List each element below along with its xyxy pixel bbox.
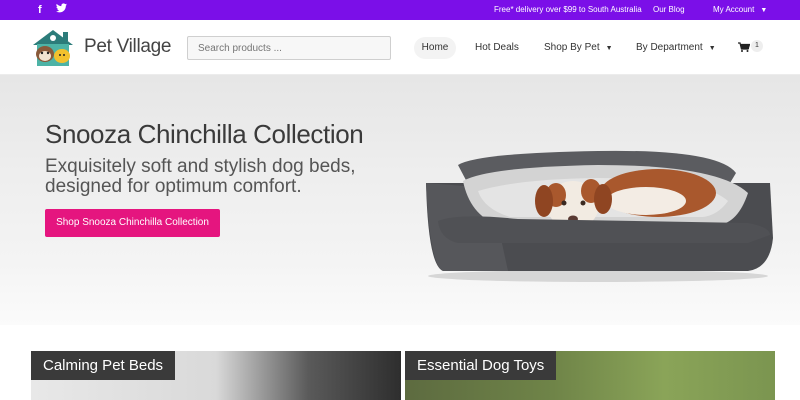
delivery-promo-text: Free* delivery over $99 to South Austral… <box>494 5 642 14</box>
hero-banner: Snooza Chinchilla Collection Exquisitely… <box>0 75 800 325</box>
top-bar: f Free* delivery over $99 to South Austr… <box>0 0 800 20</box>
category-tile-label: Calming Pet Beds <box>31 351 176 380</box>
brand-name[interactable]: Pet Village <box>84 36 172 58</box>
cart-icon[interactable] <box>738 42 750 52</box>
site-header: Pet Village Home Hot Deals Shop By Pet▼ … <box>0 20 800 75</box>
nav-by-department-label: By Department <box>636 42 703 53</box>
nav-home[interactable]: Home <box>414 37 456 59</box>
category-tile-calming-pet-beds[interactable]: Calming Pet Beds <box>31 351 401 400</box>
dog-bed-image[interactable] <box>418 143 778 283</box>
facebook-icon[interactable]: f <box>38 0 42 20</box>
our-blog-link[interactable]: Our Blog <box>653 0 685 20</box>
shop-collection-button[interactable]: Shop Snooza Chinchilla Collection <box>45 209 220 237</box>
pet-village-logo-icon[interactable] <box>30 27 76 69</box>
my-account-menu[interactable]: My Account ▼ <box>713 0 767 21</box>
cart-count-badge: 1 <box>751 40 763 52</box>
my-account-label: My Account <box>713 5 755 14</box>
nav-shop-by-pet-label: Shop By Pet <box>544 42 600 53</box>
social-links: f <box>38 0 67 20</box>
chevron-down-icon: ▼ <box>708 45 716 52</box>
nav-by-department[interactable]: By Department ▼ <box>636 37 716 59</box>
category-tile-label: Essential Dog Toys <box>405 351 557 380</box>
search-input[interactable] <box>187 36 391 60</box>
chevron-down-icon: ▼ <box>760 7 768 14</box>
category-tile-essential-dog-toys[interactable]: Essential Dog Toys <box>405 351 775 400</box>
nav-hot-deals[interactable]: Hot Deals <box>475 37 519 59</box>
nav-shop-by-pet[interactable]: Shop By Pet ▼ <box>544 37 613 59</box>
twitter-icon[interactable] <box>55 0 67 20</box>
hero-subtitle: Exquisitely soft and stylish dog beds, d… <box>45 156 356 197</box>
chevron-down-icon: ▼ <box>605 45 613 52</box>
hero-title: Snooza Chinchilla Collection <box>45 119 364 149</box>
